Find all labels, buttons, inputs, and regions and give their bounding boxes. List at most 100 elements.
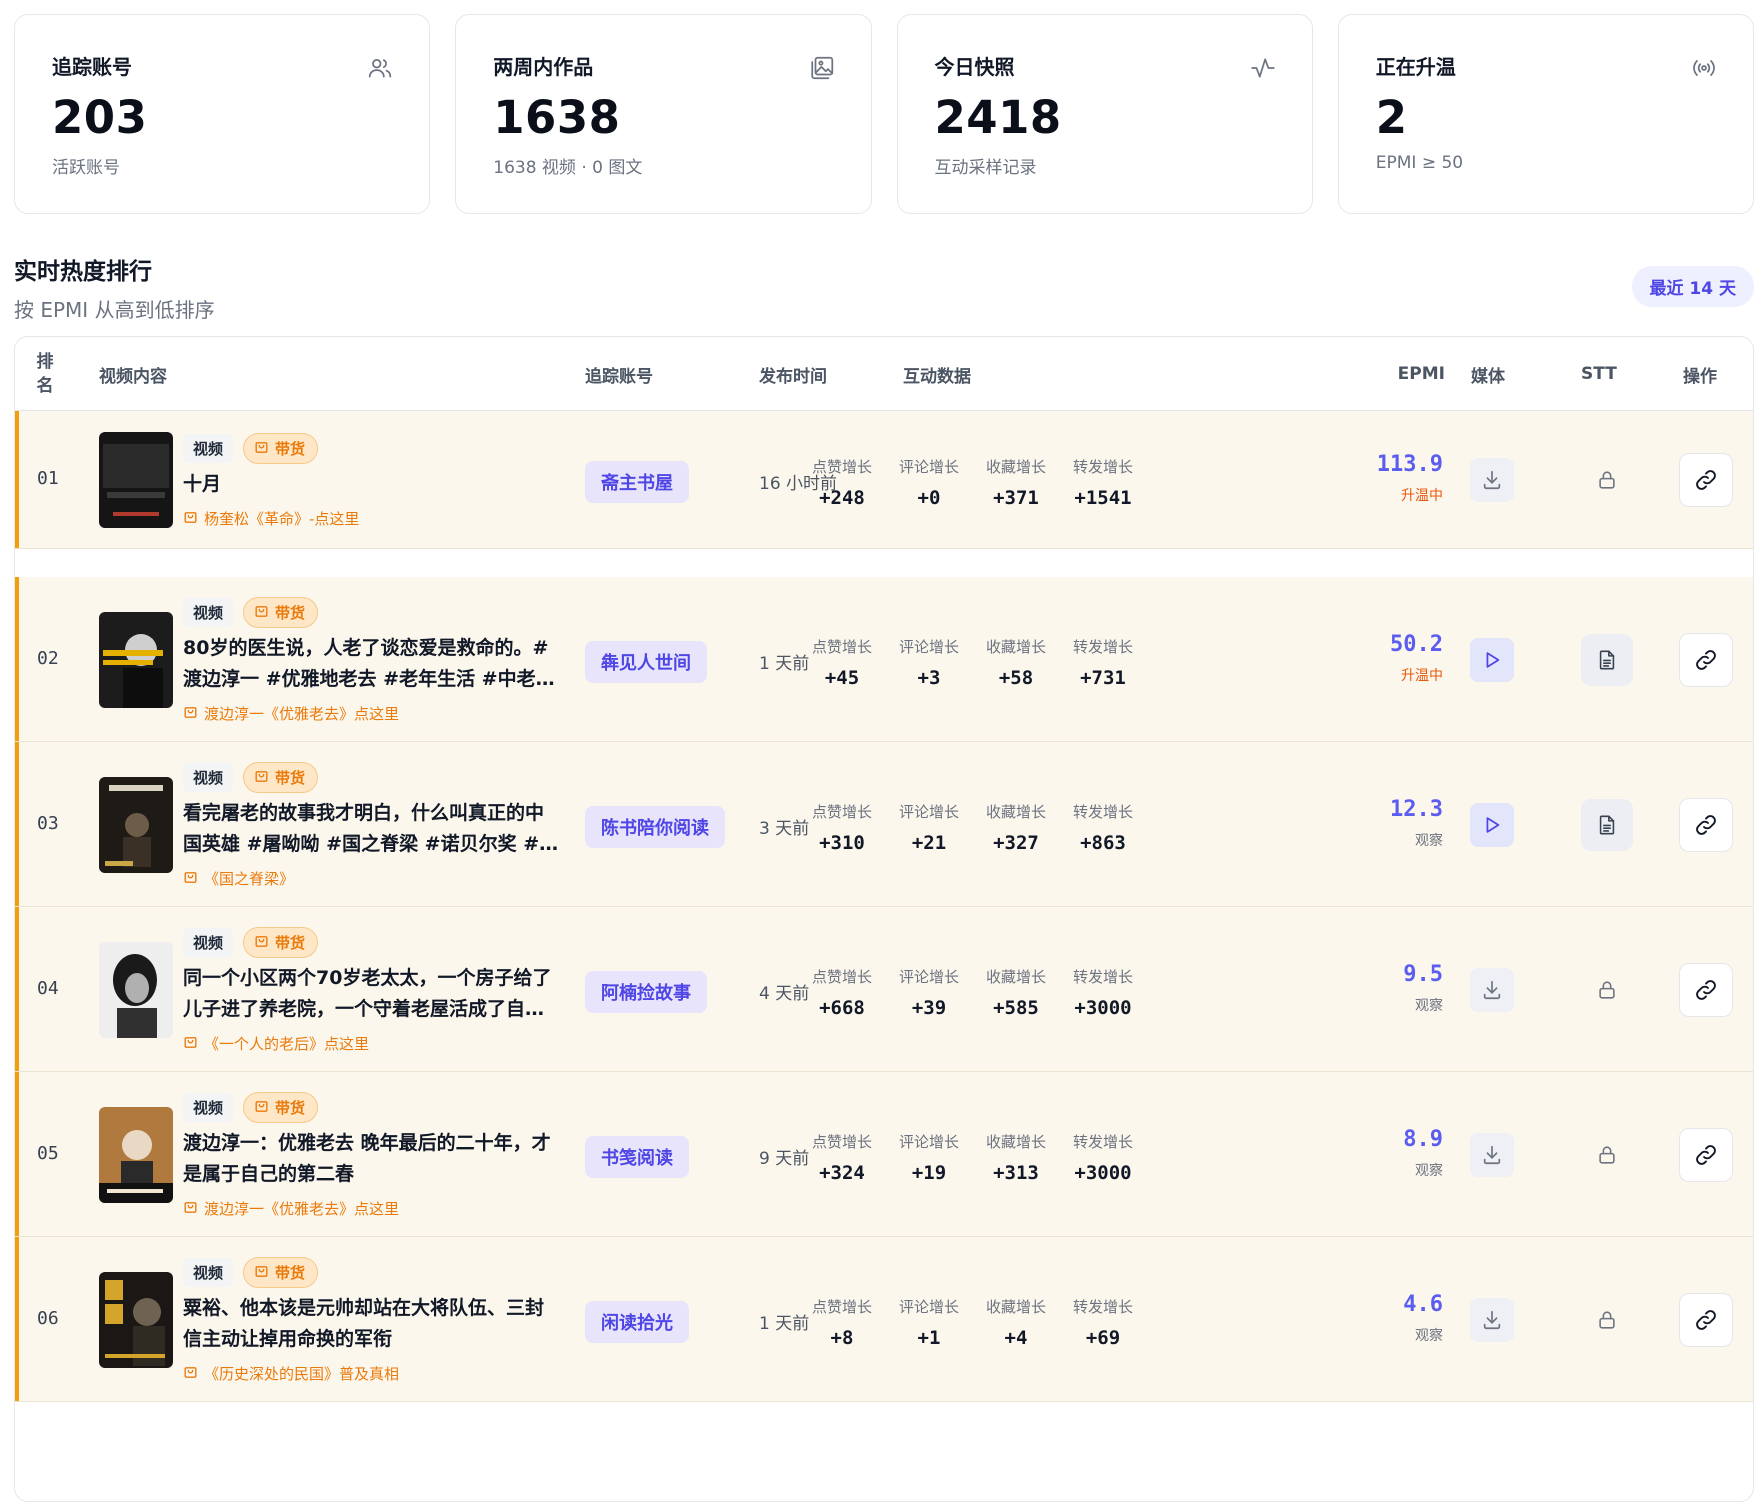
play-button[interactable]: [1470, 802, 1514, 847]
header-stt: STT: [1581, 364, 1617, 384]
video-thumbnail[interactable]: [99, 941, 173, 1038]
download-button[interactable]: [1470, 1297, 1514, 1342]
metric-label: 收藏增长: [985, 1297, 1046, 1316]
stat-label: 追踪账号: [52, 55, 132, 79]
open-link-button[interactable]: [1679, 453, 1733, 507]
stat-sub: 活跃账号: [52, 158, 120, 179]
account-tag[interactable]: 阿楠捡故事: [585, 970, 707, 1013]
header-rank-line1: 排: [36, 352, 54, 372]
metric-label: 收藏增长: [985, 1132, 1046, 1151]
badge-group: 视频 带货: [183, 432, 319, 464]
metric-label: 转发增长: [1072, 967, 1133, 986]
goods-badge: 带货: [243, 596, 319, 628]
video-title[interactable]: 粟裕、他本该是元帅却站在大将队伍、三封信主动让掉用命换的军衔: [183, 1293, 559, 1355]
shopping-bag-icon: [183, 1364, 198, 1383]
open-link-button[interactable]: [1679, 1292, 1733, 1347]
video-badge: 视频: [183, 1092, 234, 1122]
metric-label: 点赞增长: [811, 1132, 872, 1151]
stat-sub: 互动采样记录: [934, 158, 1037, 179]
transcript-button[interactable]: [1581, 633, 1633, 686]
metric-value: +39: [911, 996, 947, 1019]
table-row[interactable]: 03 视频 带货 看完屠老的故事我才明白，什么叫真正的中国英雄 #屠呦呦 #国之…: [15, 742, 1753, 907]
video-thumbnail[interactable]: [99, 1106, 173, 1203]
metric-block: 转发增长 +3000: [1058, 1131, 1148, 1184]
play-button[interactable]: [1470, 637, 1514, 682]
epmi-block: 9.5 观察: [1403, 962, 1443, 1015]
stat-label: 正在升温: [1375, 55, 1456, 79]
link-icon: [1694, 468, 1718, 492]
metric-label: 收藏增长: [985, 967, 1046, 986]
product-link[interactable]: 《国之脊梁》: [183, 868, 294, 889]
metric-block: 评论增长 +19: [884, 1131, 974, 1184]
metric-value: +668: [819, 996, 865, 1019]
link-icon: [1694, 1143, 1718, 1167]
metric-label: 评论增长: [898, 967, 959, 986]
rank-number: 06: [37, 1307, 59, 1329]
table-row[interactable]: 01 视频 带货 十月 杨奎松《革命》-点这里 斋主书屋 16 小时前 点赞增长 +2…: [15, 411, 1753, 549]
video-thumbnail[interactable]: [99, 776, 173, 873]
download-button[interactable]: [1470, 458, 1514, 502]
account-tag[interactable]: 闲读拾光: [585, 1300, 689, 1343]
table-row[interactable]: 04 视频 带货 同一个小区两个70岁老太太，一个房子给了儿子进了养老院，一个守…: [15, 907, 1753, 1072]
metric-value: +3000: [1074, 1161, 1132, 1184]
epmi-status: 观察: [1415, 832, 1443, 849]
metric-value: +731: [1080, 666, 1126, 689]
metric-value: +21: [911, 831, 947, 854]
account-tag[interactable]: 斋主书屋: [585, 461, 689, 503]
account-tag[interactable]: 书笺阅读: [585, 1135, 689, 1178]
video-title[interactable]: 看完屠老的故事我才明白，什么叫真正的中国英雄 #屠呦呦 #国之脊梁 #诺贝尔奖 …: [183, 798, 559, 860]
video-thumbnail[interactable]: [99, 611, 173, 708]
video-badge: 视频: [183, 433, 234, 463]
date-range-pill[interactable]: 最近 14 天: [1631, 266, 1754, 307]
metric-value: +863: [1080, 831, 1126, 854]
metric-value: +3: [917, 666, 941, 689]
table-row[interactable]: 05 视频 带货 渡边淳一：优雅老去 晚年最后的二十年，才是属于自己的第二春 渡边…: [15, 1072, 1753, 1237]
epmi-block: 113.9 升温中: [1377, 452, 1443, 505]
table-row[interactable]: 02 视频 带货 80岁的医生说，人老了谈恋爱是救命的。#渡边淳一 #优雅地老去…: [15, 577, 1753, 742]
activity-icon: [1251, 58, 1275, 78]
shopping-bag-icon: [254, 603, 269, 622]
lock-icon: [1596, 979, 1618, 1001]
goods-badge-label: 带货: [275, 603, 306, 622]
video-title[interactable]: 80岁的医生说，人老了谈恋爱是救命的。#渡边淳一 #优雅地老去 #老年生活 #中…: [183, 633, 559, 695]
table-header: 排 名 视频内容 追踪账号 发布时间 互动数据 EPMI 媒体 STT 操作: [15, 337, 1753, 411]
download-button[interactable]: [1470, 1132, 1514, 1177]
metric-label: 点赞增长: [811, 637, 872, 656]
video-title[interactable]: 同一个小区两个70岁老太太，一个房子给了儿子进了养老院，一个守着老屋活成了自己 …: [183, 963, 559, 1025]
metric-block: 收藏增长 +585: [971, 966, 1061, 1019]
product-link[interactable]: 渡边淳一《优雅老去》点这里: [183, 1198, 399, 1219]
epmi-value: 9.5: [1403, 961, 1443, 987]
video-title[interactable]: 渡边淳一：优雅老去 晚年最后的二十年，才是属于自己的第二春: [183, 1128, 559, 1190]
goods-badge: 带货: [243, 1091, 319, 1123]
account-tag[interactable]: 犇见人世间: [585, 640, 707, 683]
product-link[interactable]: 《历史深处的民国》普及真相: [183, 1363, 399, 1384]
rank-number: 01: [37, 468, 59, 489]
video-title[interactable]: 十月: [183, 469, 559, 500]
product-link[interactable]: 《一个人的老后》点这里: [183, 1033, 369, 1054]
metric-block: 收藏增长 +4: [971, 1296, 1061, 1349]
download-button[interactable]: [1470, 967, 1514, 1012]
product-link[interactable]: 渡边淳一《优雅老去》点这里: [183, 703, 399, 724]
open-link-button[interactable]: [1679, 632, 1733, 687]
metric-block: 评论增长 +39: [884, 966, 974, 1019]
video-thumbnail[interactable]: [99, 1271, 173, 1368]
epmi-block: 12.3 观察: [1390, 797, 1443, 850]
header-content: 视频内容: [99, 366, 167, 387]
open-link-button[interactable]: [1679, 1127, 1733, 1182]
metric-block: 转发增长 +1541: [1058, 456, 1148, 509]
metric-label: 评论增长: [898, 458, 959, 476]
header-account: 追踪账号: [585, 366, 653, 387]
header-epmi: EPMI: [1397, 364, 1445, 384]
transcript-button[interactable]: [1581, 798, 1633, 851]
video-thumbnail[interactable]: [99, 432, 173, 528]
metric-label: 点赞增长: [811, 802, 872, 821]
account-tag[interactable]: 陈书陪你阅读: [585, 805, 725, 848]
open-link-button[interactable]: [1679, 962, 1733, 1017]
stats-row: 追踪账号 203 活跃账号 两周内作品 1638 1638 视频 · 0 图文 …: [14, 14, 1754, 214]
metric-block: 点赞增长 +8: [797, 1296, 887, 1349]
table-row[interactable]: 06 视频 带货 粟裕、他本该是元帅却站在大将队伍、三封信主动让掉用命换的军衔《…: [15, 1237, 1753, 1402]
product-link[interactable]: 杨奎松《革命》-点这里: [183, 508, 359, 529]
metric-block: 收藏增长 +327: [971, 801, 1061, 854]
metric-block: 收藏增长 +371: [971, 456, 1061, 509]
open-link-button[interactable]: [1679, 797, 1733, 852]
